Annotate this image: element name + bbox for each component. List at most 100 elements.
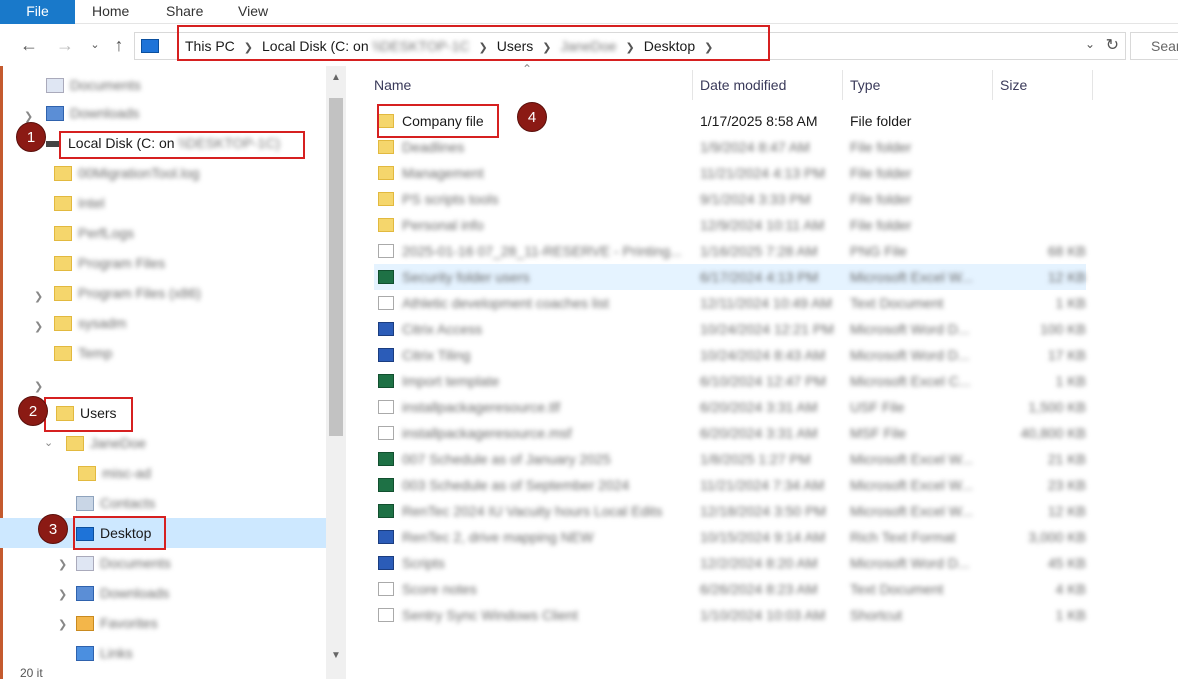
crumb-local-disk[interactable]: Local Disk (C: on <box>262 33 369 59</box>
file-row[interactable]: Athletic development coaches list 12/11/2… <box>374 290 1086 316</box>
chevron-right-icon[interactable]: ❯ <box>542 35 551 61</box>
refresh-icon[interactable]: ↻ <box>1106 35 1119 55</box>
column-date-modified[interactable]: Date modified <box>700 66 786 104</box>
file-row[interactable]: RenTec 2, drive mapping NEW 10/15/2024 9:… <box>374 524 1086 550</box>
desktop-icon <box>76 527 94 542</box>
file-row[interactable]: Management 11/21/2024 4:13 PM File folder <box>374 160 1086 186</box>
file-size: 3,000 KB <box>1028 529 1086 545</box>
nav-users[interactable]: Users <box>56 398 117 428</box>
file-row[interactable]: installpackageresource.msf 6/20/2024 3:31… <box>374 420 1086 446</box>
nav-folder-item[interactable]: 00MigrationTool.log <box>54 158 199 188</box>
tab-home[interactable]: Home <box>92 0 129 24</box>
nav-folder-item[interactable]: PerfLogs <box>54 218 134 248</box>
forward-icon[interactable]: → <box>54 34 76 56</box>
column-divider[interactable] <box>992 70 993 100</box>
column-type[interactable]: Type <box>850 66 880 104</box>
search-input[interactable]: Sear <box>1130 32 1178 60</box>
crumb-desktop[interactable]: Desktop <box>644 33 695 59</box>
scrollbar-thumb[interactable] <box>329 98 343 436</box>
chevron-right-icon[interactable]: ❯ <box>704 35 713 61</box>
chevron-right-icon[interactable]: ❯ <box>34 290 43 303</box>
file-size: 1 KB <box>1055 373 1086 389</box>
tab-file[interactable]: File <box>0 0 75 24</box>
status-bar-count: 20 it <box>20 666 43 680</box>
this-pc-icon <box>141 39 159 53</box>
file-type: USF File <box>850 399 905 415</box>
chevron-right-icon[interactable]: ❯ <box>58 558 67 571</box>
nav-downloads-sub[interactable]: Downloads <box>76 578 169 608</box>
chevron-right-icon[interactable]: ❯ <box>244 35 253 61</box>
file-row[interactable]: 007 Schedule as of January 2025 1/8/2025 … <box>374 446 1086 472</box>
nav-desktop[interactable]: Desktop <box>76 518 151 548</box>
nav-links[interactable]: Links <box>76 638 133 668</box>
file-row[interactable]: Import template 6/10/2024 12:47 PM Microso… <box>374 368 1086 394</box>
file-row[interactable]: 2025-01-16 07_28_11-RESERVE - Printing..… <box>374 238 1086 264</box>
navigation-pane: Documents Downloads Local Disk (C: on \\… <box>0 66 346 679</box>
nav-folder-item[interactable]: Temp <box>54 338 112 368</box>
column-name[interactable]: Name <box>374 66 411 104</box>
xls-icon <box>378 374 394 389</box>
tab-share[interactable]: Share <box>166 0 203 24</box>
file-row-company-file[interactable]: Company file 1/17/2025 8:58 AM File folder <box>374 108 1086 134</box>
file-type: PNG File <box>850 243 907 259</box>
nav-folder-item[interactable]: Intel <box>54 188 104 218</box>
file-row[interactable]: installpackageresource.tlf 6/20/2024 3:31… <box>374 394 1086 420</box>
nav-downloads[interactable]: Downloads <box>46 98 139 128</box>
chevron-right-icon[interactable]: ❯ <box>34 320 43 333</box>
file-row[interactable]: PS scripts tools 9/1/2024 3:33 PM File fol… <box>374 186 1086 212</box>
chevron-right-icon[interactable]: ❯ <box>626 35 635 61</box>
file-row[interactable]: Score notes 6/26/2024 8:23 AM Text Documen… <box>374 576 1086 602</box>
back-icon[interactable]: ← <box>18 34 40 56</box>
file-row[interactable]: Sentry Sync Windows Client 1/10/2024 10:0… <box>374 602 1086 628</box>
column-divider[interactable] <box>692 70 693 100</box>
nav-scrollbar[interactable]: ▲ ▼ <box>326 66 346 679</box>
column-divider[interactable] <box>1092 70 1093 100</box>
file-name-cell: RenTec 2024 IU Vacuity hours Local Edits <box>378 498 662 524</box>
file-name-cell: Sentry Sync Windows Client <box>378 602 578 628</box>
file-row[interactable]: Scripts 12/2/2024 8:20 AM Microsoft Word D… <box>374 550 1086 576</box>
crumb-users[interactable]: Users <box>497 33 534 59</box>
chevron-right-icon[interactable]: ❯ <box>34 380 43 393</box>
chevron-down-icon[interactable]: ⌄ <box>44 436 53 449</box>
chevron-down-icon[interactable]: ⌄ <box>1085 37 1095 51</box>
recent-locations-icon[interactable]: ⌄ <box>84 34 106 56</box>
chevron-right-icon[interactable]: ❯ <box>479 35 488 61</box>
column-divider[interactable] <box>842 70 843 100</box>
file-size: 4 KB <box>1055 581 1086 597</box>
scroll-down-icon[interactable]: ▼ <box>331 650 341 661</box>
file-date: 6/10/2024 12:47 PM <box>700 373 827 389</box>
word-icon <box>378 556 394 571</box>
scroll-up-icon[interactable]: ▲ <box>331 72 341 83</box>
nav-user-sub[interactable]: misc-ad <box>78 458 151 488</box>
file-name: Sentry Sync Windows Client <box>402 607 578 623</box>
column-size[interactable]: Size <box>1000 66 1027 104</box>
file-row[interactable]: Security folder users 6/17/2024 4:13 PM Mi… <box>374 264 1086 290</box>
nav-documents[interactable]: Documents <box>46 70 141 100</box>
nav-favorites[interactable]: Favorites <box>76 608 158 638</box>
chevron-right-icon[interactable]: ❯ <box>58 588 67 601</box>
nav-folder-item[interactable]: sysadm <box>54 308 126 338</box>
file-row[interactable]: 003 Schedule as of September 2024 11/21/2… <box>374 472 1086 498</box>
file-row[interactable]: RenTec 2024 IU Vacuity hours Local Edits… <box>374 498 1086 524</box>
file-row[interactable]: Citrix Access 10/24/2024 12:21 PM Microsof… <box>374 316 1086 342</box>
nav-folder-item[interactable]: Program Files <box>54 248 165 278</box>
file-row[interactable]: Deadlines 1/9/2024 8:47 AM File folder <box>374 134 1086 160</box>
nav-user[interactable]: JaneDoe <box>66 428 146 458</box>
nav-contacts[interactable]: Contacts <box>76 488 155 518</box>
crumb-user[interactable]: JaneDoe <box>561 33 617 59</box>
file-name-cell: Citrix Access <box>378 316 482 342</box>
nav-local-disk[interactable]: Local Disk (C: on \\DESKTOP-1C) <box>46 128 280 158</box>
file-list: ⌃ Name Date modified Type Size Company f… <box>346 62 1178 679</box>
file-row[interactable]: Citrix Tiling 10/24/2024 8:43 AM Microsoft… <box>374 342 1086 368</box>
file-date: 1/16/2025 7:28 AM <box>700 243 818 259</box>
file-row[interactable]: Personal info 12/9/2024 10:11 AM File fold… <box>374 212 1086 238</box>
nav-documents-sub[interactable]: Documents <box>76 548 171 578</box>
nav-folder-item[interactable]: Program Files (x86) <box>54 278 201 308</box>
file-date: 12/18/2024 3:50 PM <box>700 503 827 519</box>
up-icon[interactable]: ↑ <box>108 34 130 56</box>
address-bar[interactable]: This PC ❯ Local Disk (C: on \\DESKTOP-1C ❯ U… <box>134 32 1126 60</box>
tab-view[interactable]: View <box>238 0 268 24</box>
crumb-this-pc[interactable]: This PC <box>185 33 235 59</box>
file-date: 10/24/2024 12:21 PM <box>700 321 834 337</box>
chevron-right-icon[interactable]: ❯ <box>58 618 67 631</box>
